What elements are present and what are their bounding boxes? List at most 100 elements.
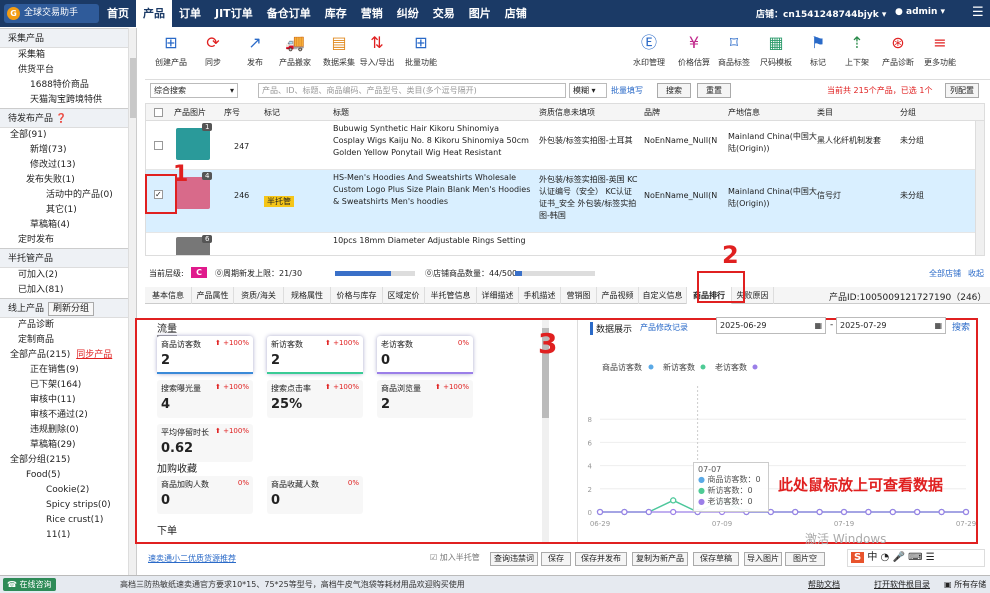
table-header-cell[interactable]: 产品图片 — [174, 104, 206, 121]
sidebar-item[interactable]: 全部产品(215) 同步产品 — [0, 348, 136, 363]
help-icon[interactable]: ❓ — [53, 114, 67, 124]
detail-tab[interactable]: 基本信息 — [145, 287, 192, 304]
toolbar-button[interactable]: ⊞ 批量功能 — [399, 32, 443, 68]
semi-managed-checkbox[interactable]: ☑ 加入半托管 — [430, 552, 480, 563]
sidebar-item[interactable]: 审核中(11) — [0, 393, 136, 408]
nav-item[interactable]: 备仓订单 — [260, 0, 318, 27]
nav-item[interactable]: 纠纷 — [390, 0, 426, 27]
detail-tab[interactable]: 半托管信息 — [425, 287, 477, 304]
sidebar-item[interactable]: Rice crust(1) — [0, 513, 136, 528]
table-header-cell[interactable]: 产地信息 — [728, 104, 760, 121]
sidebar-item[interactable]: Cookie(2) — [0, 483, 136, 498]
edit-history-link[interactable]: 产品修改记录 — [640, 322, 688, 333]
all-stores-link[interactable]: 全部店铺 — [929, 268, 961, 279]
detail-tab[interactable]: 详细描述 — [477, 287, 519, 304]
metric-card[interactable]: 商品浏览量 ⬆ +100% 2 — [377, 380, 473, 418]
nav-item[interactable]: 图片 — [462, 0, 498, 27]
nav-item[interactable]: 库存 — [318, 0, 354, 27]
sidebar-item[interactable]: 全部(91) — [0, 128, 136, 143]
detail-tab[interactable]: 自定义信息 — [639, 287, 687, 304]
row-checkbox[interactable] — [154, 141, 163, 150]
metric-card[interactable]: 商品访客数 ⬆ +100% 2 — [157, 336, 253, 374]
nav-item[interactable]: 营销 — [354, 0, 390, 27]
sidebar-section-header[interactable]: 待发布产品 ❓ — [0, 108, 136, 128]
refresh-group-button[interactable]: 刷新分组 — [48, 302, 95, 316]
help-doc-link[interactable]: 帮助文档 — [808, 576, 840, 593]
nav-item[interactable]: 产品 — [136, 0, 172, 27]
metric-card[interactable]: 搜索点击率 ⬆ +100% 25% — [267, 380, 363, 418]
table-header-cell[interactable]: 类目 — [817, 104, 833, 121]
detail-tab[interactable]: 资质/海关 — [234, 287, 284, 304]
app-logo[interactable]: G 全球交易助手 — [4, 4, 99, 23]
footer-notice[interactable]: 高档三防热敏纸速卖通官方要求10*15、75*25等型号，高档牛皮气泡袋等耗材用… — [120, 576, 465, 593]
table-header-cell[interactable]: 标题 — [333, 104, 349, 121]
sidebar-item[interactable]: 审核不通过(2) — [0, 408, 136, 423]
toolbar-button[interactable]: ⊞ 创建产品 — [149, 32, 193, 68]
ime-toolbar[interactable]: S 中 ◔ 🎤 ⌨ ☰ — [847, 549, 985, 567]
search-type-select[interactable]: 综合搜索 ▾ — [150, 83, 238, 98]
nav-item[interactable]: JIT订单 — [208, 0, 260, 27]
shop-selector[interactable]: 店铺：cn1541248744bjyk ▾ — [756, 7, 886, 20]
column-config-button[interactable]: 列配置 — [945, 83, 979, 98]
batch-fill-link[interactable]: 批量填写 — [611, 85, 643, 96]
sidebar-item[interactable]: 活动中的产品(0) — [0, 188, 136, 203]
toolbar-button[interactable]: ⇡ 上下架 — [835, 32, 879, 68]
sidebar-item[interactable]: 1688特价商品 — [0, 78, 136, 93]
toolbar-button[interactable]: ⊛ 产品诊断 — [876, 32, 920, 68]
toolbar-button[interactable]: ⌑ 商品标签 — [712, 32, 756, 68]
sidebar-item[interactable]: 新增(73) — [0, 143, 136, 158]
detail-tab[interactable]: 规格属性 — [284, 287, 331, 304]
search-input[interactable]: 产品、ID、标题、商品编码、产品型号、类目(多个逗号隔开) — [258, 83, 566, 98]
sidebar-item[interactable]: 发布失败(1) — [0, 173, 136, 188]
sidebar-item[interactable]: 采集箱 — [0, 48, 136, 63]
nav-item[interactable]: 店铺 — [498, 0, 534, 27]
storage-label[interactable]: ▣ 所有存储 — [944, 576, 986, 593]
sidebar-item[interactable]: 违规删除(0) — [0, 423, 136, 438]
sidebar-item[interactable]: 其它(1) — [0, 203, 136, 218]
sidebar-section-header[interactable]: 半托管产品 — [0, 248, 136, 268]
metric-card[interactable]: 老访客数 0% 0 — [377, 336, 473, 374]
sync-products-link[interactable]: 同步产品 — [76, 350, 112, 360]
table-header-cell[interactable]: 资质信息未填项 — [539, 104, 595, 121]
toolbar-button[interactable]: ⟳ 同步 — [191, 32, 235, 68]
bottom-button[interactable]: 图片空 — [785, 552, 825, 566]
collapse-link[interactable]: 收起 — [968, 268, 984, 279]
metric-card[interactable]: 平均停留时长 ⬆ +100% 0.62 — [157, 424, 253, 462]
bottom-button[interactable]: 保存 — [541, 552, 571, 566]
match-mode-select[interactable]: 模糊 ▾ — [569, 83, 607, 98]
table-header-cell[interactable]: 品牌 — [644, 104, 660, 121]
detail-tab[interactable]: 产品视频 — [597, 287, 639, 304]
sidebar-scroll-thumb[interactable] — [130, 58, 136, 118]
sidebar-item[interactable]: 供货平台 — [0, 63, 136, 78]
date-from-input[interactable]: 2025-06-29 ▦ — [716, 317, 826, 334]
metric-card[interactable]: 商品加购人数 0% 0 — [157, 476, 253, 514]
sidebar-item[interactable]: 修改过(13) — [0, 158, 136, 173]
sidebar-item[interactable]: 定制商品 — [0, 333, 136, 348]
sidebar-item[interactable]: 可加入(2) — [0, 268, 136, 283]
bottom-button[interactable]: 查询违禁词 — [490, 552, 538, 566]
nav-item[interactable]: 订单 — [172, 0, 208, 27]
date-to-input[interactable]: 2025-07-29 ▦ — [836, 317, 946, 334]
table-row[interactable]: 6 10pcs 18mm Diameter Adjustable Rings Se… — [146, 233, 984, 255]
table-scrollbar[interactable] — [975, 121, 984, 255]
chart-search-button[interactable]: 搜索 — [952, 320, 970, 333]
metric-card[interactable]: 搜索曝光量 ⬆ +100% 4 — [157, 380, 253, 418]
bottom-button[interactable]: 导入图片 — [744, 552, 782, 566]
toolbar-button[interactable]: ⚑ 标记 — [796, 32, 840, 68]
sidebar-item[interactable]: 定时发布 — [0, 233, 136, 248]
table-header-cell[interactable]: 序号 — [224, 104, 240, 121]
search-button[interactable]: 搜索 — [657, 83, 691, 98]
sidebar-item[interactable]: Food(5) — [0, 468, 136, 483]
toolbar-button[interactable]: ≡ 更多功能 — [918, 32, 962, 68]
bottom-button[interactable]: 保存草稿 — [693, 552, 739, 566]
detail-tab[interactable]: 手机描述 — [519, 287, 561, 304]
detail-tab[interactable]: 营销图 — [561, 287, 597, 304]
bottom-button[interactable]: 保存并发布 — [575, 552, 627, 566]
toolbar-button[interactable]: ¥ 价格估算 — [672, 32, 716, 68]
select-all-checkbox[interactable] — [154, 108, 163, 117]
nav-item[interactable]: 交易 — [426, 0, 462, 27]
table-row[interactable]: 1 247 Bubuwig Synthetic Hair Kikoru Shinom… — [146, 121, 984, 170]
sidebar-item[interactable]: Spicy strips(0) — [0, 498, 136, 513]
open-dir-link[interactable]: 打开软件根目录 — [874, 576, 930, 593]
sidebar-item[interactable]: 正在销售(9) — [0, 363, 136, 378]
